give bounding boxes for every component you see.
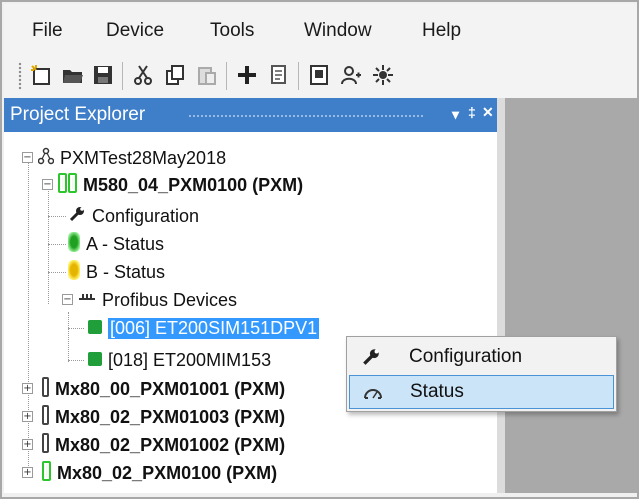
gateway-offline-icon bbox=[42, 404, 49, 430]
tree-item-label: Mx80_02_PXM01003 (PXM) bbox=[55, 406, 286, 427]
menu-bar: File Device Tools Window Help bbox=[4, 4, 637, 54]
gateway-active-icon bbox=[58, 172, 77, 198]
tree-line bbox=[48, 216, 66, 217]
network-icon[interactable] bbox=[370, 62, 396, 88]
tree-line bbox=[48, 244, 66, 245]
expand-toggle[interactable]: + bbox=[22, 411, 33, 422]
tree-item-label: A - Status bbox=[86, 233, 165, 254]
collapse-toggle[interactable]: − bbox=[62, 294, 73, 305]
pin-icon[interactable]: ‡ bbox=[468, 104, 476, 120]
toolbar-grip[interactable] bbox=[18, 62, 22, 90]
menu-window[interactable]: Window bbox=[304, 20, 372, 42]
tree-item-label: M580_04_PXM0100 (PXM) bbox=[83, 174, 304, 195]
paste-icon[interactable] bbox=[194, 62, 220, 88]
properties-icon[interactable] bbox=[266, 62, 292, 88]
tree-item-label: Mx80_02_PXM01002 (PXM) bbox=[55, 434, 286, 455]
toolbar-separator bbox=[226, 62, 227, 90]
gauge-icon bbox=[362, 383, 384, 403]
tree-item-label: Mx80_02_PXM0100 (PXM) bbox=[57, 462, 278, 483]
tree-item-gateway[interactable]: Mx80_02_PXM01002 (PXM) bbox=[42, 431, 285, 459]
menu-device[interactable]: Device bbox=[106, 20, 164, 42]
tree-item-device-018[interactable]: [018] ET200MIM153 bbox=[88, 346, 271, 374]
gateway-offline-icon bbox=[42, 432, 49, 458]
toolbar bbox=[4, 54, 637, 98]
tree-item-label: Profibus Devices bbox=[102, 289, 238, 310]
save-icon[interactable] bbox=[90, 62, 116, 88]
tree-item-label: Configuration bbox=[92, 205, 200, 226]
wrench-icon bbox=[361, 347, 383, 367]
open-icon[interactable] bbox=[60, 62, 86, 88]
device-ok-icon bbox=[88, 350, 102, 371]
tree-item-label: [006] ET200SIM151DPV1 bbox=[108, 317, 320, 339]
collapse-toggle[interactable]: − bbox=[22, 152, 33, 163]
panel-drag-area[interactable] bbox=[188, 114, 424, 118]
project-icon bbox=[37, 147, 55, 170]
tree-item-profibus-devices[interactable]: Profibus Devices bbox=[78, 286, 237, 314]
tree-line bbox=[68, 312, 69, 362]
tree-item-gateway[interactable]: Mx80_02_PXM0100 (PXM) bbox=[42, 459, 277, 487]
gateway-offline-icon bbox=[42, 376, 49, 402]
cut-icon[interactable] bbox=[130, 62, 156, 88]
new-project-icon[interactable] bbox=[28, 62, 54, 88]
tree-line bbox=[68, 328, 84, 329]
add-icon[interactable] bbox=[234, 62, 260, 88]
context-menu-label: Configuration bbox=[409, 346, 523, 367]
gateway-active-icon bbox=[42, 460, 51, 486]
tree-item-label: PXMTest28May2018 bbox=[60, 147, 227, 168]
tree-line bbox=[68, 360, 84, 361]
tree-line bbox=[28, 160, 29, 478]
tree-item-gateway[interactable]: Mx80_00_PXM01001 (PXM) bbox=[42, 375, 285, 403]
collapse-toggle[interactable]: − bbox=[42, 179, 53, 190]
wrench-icon bbox=[68, 205, 86, 228]
tree-item-status-a[interactable]: A - Status bbox=[68, 230, 164, 258]
tree-item-gateway[interactable]: Mx80_02_PXM01003 (PXM) bbox=[42, 403, 285, 431]
panel-title: Project Explorer bbox=[10, 104, 146, 125]
status-green-icon bbox=[68, 231, 80, 257]
tree-item-label: [018] ET200MIM153 bbox=[108, 349, 272, 370]
bus-icon bbox=[78, 290, 96, 311]
expand-toggle[interactable]: + bbox=[22, 439, 33, 450]
project-explorer-header: Project Explorer ▾ ‡ ✕ bbox=[4, 98, 497, 132]
context-menu: Configuration Status bbox=[346, 336, 617, 412]
expand-toggle[interactable]: + bbox=[22, 383, 33, 394]
tree-line bbox=[48, 272, 66, 273]
context-menu-label: Status bbox=[410, 381, 464, 402]
tree-item-gateway[interactable]: M580_04_PXM0100 (PXM) bbox=[58, 171, 303, 199]
expand-toggle[interactable]: + bbox=[22, 467, 33, 478]
close-icon[interactable]: ✕ bbox=[482, 104, 494, 121]
module-icon[interactable] bbox=[306, 62, 332, 88]
tree-item-label: B - Status bbox=[86, 261, 166, 282]
tree-item-device-006[interactable]: [006] ET200SIM151DPV1 bbox=[88, 314, 320, 342]
tree-item-status-b[interactable]: B - Status bbox=[68, 258, 165, 286]
user-icon[interactable] bbox=[338, 62, 364, 88]
copy-icon[interactable] bbox=[162, 62, 188, 88]
menu-file[interactable]: File bbox=[32, 20, 63, 42]
menu-help[interactable]: Help bbox=[422, 20, 461, 42]
context-menu-configuration[interactable]: Configuration bbox=[349, 340, 614, 374]
application-window: File Device Tools Window Help Project Ex… bbox=[0, 0, 639, 499]
toolbar-separator bbox=[298, 62, 299, 90]
tree-item-label: Mx80_00_PXM01001 (PXM) bbox=[55, 378, 286, 399]
device-ok-icon bbox=[88, 318, 102, 339]
menu-tools[interactable]: Tools bbox=[210, 20, 254, 42]
toolbar-separator bbox=[122, 62, 123, 90]
context-menu-status[interactable]: Status bbox=[349, 375, 614, 409]
status-yellow-icon bbox=[68, 259, 80, 285]
project-tree: − PXMTest28May2018 − M580_04_PXM0100 (PX… bbox=[4, 132, 497, 493]
dropdown-icon[interactable]: ▾ bbox=[452, 106, 459, 123]
tree-item-project[interactable]: PXMTest28May2018 bbox=[37, 144, 227, 172]
tree-item-configuration[interactable]: Configuration bbox=[68, 202, 199, 230]
document-area bbox=[497, 98, 637, 493]
